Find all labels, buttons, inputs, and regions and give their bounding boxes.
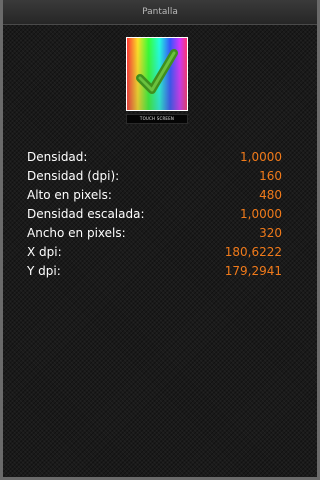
window-title: Pantalla (142, 7, 178, 17)
metric-row-x-dpi: X dpi: 180,6222 (27, 243, 282, 262)
metric-label: Ancho en pixels: (27, 226, 126, 240)
metric-label: Densidad escalada: (27, 207, 145, 221)
metric-value: 480 (259, 188, 282, 202)
display-metrics-list: Densidad: 1,0000 Densidad (dpi): 160 Alt… (27, 148, 282, 281)
metric-label: Y dpi: (27, 264, 61, 278)
metric-label: Densidad (dpi): (27, 169, 120, 183)
metric-row-density: Densidad: 1,0000 (27, 148, 282, 167)
metric-value: 180,6222 (224, 245, 282, 259)
color-spectrum (126, 37, 188, 111)
metric-label: Alto en pixels: (27, 188, 112, 202)
metric-row-height-pixels: Alto en pixels: 480 (27, 186, 282, 205)
metric-value: 320 (259, 226, 282, 240)
title-bar: Pantalla (3, 0, 317, 25)
touch-screen-badge: TOUCH SCREEN (126, 114, 188, 124)
metric-value: 160 (259, 169, 282, 183)
metric-row-density-dpi: Densidad (dpi): 160 (27, 167, 282, 186)
metric-value: 1,0000 (240, 207, 282, 221)
touch-screen-logo: TOUCH SCREEN (126, 37, 190, 127)
touch-screen-label: TOUCH SCREEN (139, 116, 175, 121)
metric-row-width-pixels: Ancho en pixels: 320 (27, 224, 282, 243)
metric-row-scaled-density: Densidad escalada: 1,0000 (27, 205, 282, 224)
metric-label: X dpi: (27, 245, 62, 259)
metric-value: 1,0000 (240, 150, 282, 164)
metric-value: 179,2941 (224, 264, 282, 278)
check-icon (136, 49, 178, 94)
metric-row-y-dpi: Y dpi: 179,2941 (27, 262, 282, 281)
metric-label: Densidad: (27, 150, 88, 164)
screen-frame: Pantalla TOUCH SCREEN Densidad: 1,0000 D… (0, 0, 320, 480)
